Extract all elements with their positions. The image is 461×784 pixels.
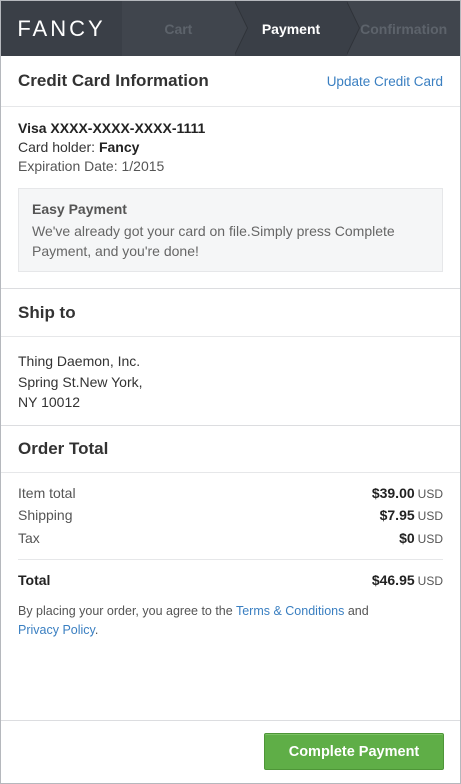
- step-payment-label: Payment: [261, 20, 321, 37]
- step-cart[interactable]: Cart: [122, 1, 248, 56]
- row-amount: $39.00: [371, 484, 415, 501]
- step-confirmation-label: Confirmation: [360, 20, 448, 37]
- order-row-tax: Tax $0 USD: [18, 527, 443, 550]
- step-cart-label: Cart: [164, 20, 193, 37]
- step-chevron-icon: [346, 1, 361, 55]
- card-details: Visa XXXX-XXXX-XXXX-1111 Card holder: Fa…: [1, 107, 460, 176]
- row-label: Item total: [18, 484, 76, 501]
- total-currency: USD: [417, 574, 443, 588]
- ship-to-title: Ship to: [18, 302, 76, 322]
- row-amount: $0: [399, 529, 415, 546]
- easy-payment-box: Easy Payment We've already got your card…: [18, 188, 443, 272]
- order-total-header: Order Total: [1, 426, 460, 473]
- order-total-row: Total $46.95 USD: [1, 560, 460, 588]
- terms-link[interactable]: Terms & Conditions: [236, 604, 344, 618]
- row-currency: USD: [417, 509, 443, 523]
- address-line: Spring St.New York,: [18, 373, 143, 390]
- card-holder-label: Card holder:: [18, 139, 96, 155]
- address-line: Thing Daemon, Inc.: [18, 353, 141, 369]
- privacy-policy-link[interactable]: Privacy Policy: [18, 623, 95, 637]
- terms-prefix: By placing your order, you agree to the: [18, 604, 236, 618]
- header-bar: FANCY Cart Payment Confirmation: [1, 1, 460, 56]
- card-number: Visa XXXX-XXXX-XXXX-1111: [18, 120, 206, 136]
- credit-card-title: Credit Card Information: [18, 71, 209, 90]
- easy-payment-title: Easy Payment: [32, 201, 127, 217]
- row-label: Tax: [18, 529, 40, 546]
- footer-bar: Complete Payment: [1, 720, 460, 783]
- row-currency: USD: [417, 486, 443, 501]
- logo[interactable]: FANCY: [1, 1, 122, 56]
- credit-card-header: Credit Card Information Update Credit Ca…: [1, 56, 460, 107]
- easy-payment-text: We've already got your card on file.Simp…: [32, 223, 395, 259]
- update-credit-card-link[interactable]: Update Credit Card: [327, 74, 443, 89]
- step-confirmation[interactable]: Confirmation: [347, 1, 460, 56]
- order-total-title: Order Total: [18, 438, 109, 458]
- row-label: Shipping: [18, 507, 73, 523]
- row-amount: $7.95: [379, 507, 415, 523]
- order-row-shipping: Shipping $7.95 USD: [18, 504, 443, 527]
- total-amount: $46.95: [371, 572, 415, 588]
- terms-notice: By placing your order, you agree to the …: [1, 588, 460, 639]
- ship-to-header: Ship to: [1, 289, 460, 337]
- step-chevron-icon: [233, 1, 248, 55]
- terms-middle: and: [344, 604, 369, 618]
- shipping-address: Thing Daemon, Inc. Spring St.New York, N…: [1, 337, 460, 425]
- step-payment[interactable]: Payment: [234, 1, 361, 56]
- card-expiration: Expiration Date: 1/2015: [18, 158, 165, 174]
- address-line: NY 10012: [18, 394, 81, 410]
- card-holder-name: Fancy: [98, 139, 140, 155]
- checkout-panel: FANCY Cart Payment Confirmation Credit C…: [0, 0, 461, 784]
- complete-payment-button[interactable]: Complete Payment: [264, 733, 444, 770]
- order-row-item-total: Item total $39.00 USD: [18, 482, 443, 505]
- checkout-steps: Cart Payment Confirmation: [122, 1, 460, 56]
- total-label: Total: [18, 572, 51, 588]
- row-currency: USD: [417, 531, 443, 546]
- order-summary: Item total $39.00 USD Shipping $7.95 USD T…: [1, 473, 460, 550]
- terms-suffix: .: [94, 622, 99, 637]
